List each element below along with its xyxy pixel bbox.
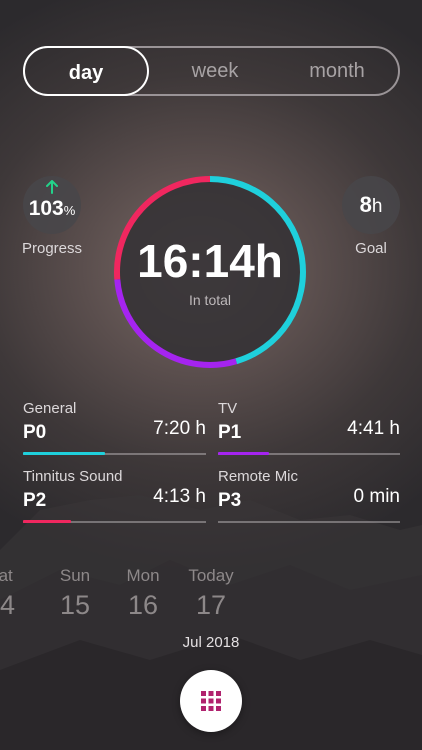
- program-progress-track: [218, 452, 400, 455]
- program-progress-bar: [23, 452, 106, 455]
- program-time: 0 min: [353, 486, 400, 507]
- grid-icon: [201, 691, 221, 711]
- date-day-name: Today: [188, 566, 234, 585]
- progress-circle: 103%: [23, 176, 81, 234]
- progress-unit: %: [63, 203, 76, 218]
- program-time: 4:41 h: [347, 418, 400, 439]
- date-day-name: Sun: [59, 566, 91, 585]
- date-item-today[interactable]: Today 17: [181, 566, 241, 621]
- program-progress-track: [218, 521, 400, 523]
- program-progress-bar: [23, 520, 71, 523]
- program-card-p2[interactable]: Tinnitus Sound P2 4:13 h: [23, 468, 206, 526]
- program-name: P0: [23, 422, 47, 443]
- date-day-number: 17: [195, 590, 227, 620]
- tab-day[interactable]: day: [23, 46, 149, 96]
- progress-label: Progress: [21, 240, 83, 257]
- program-progress-track: [23, 520, 206, 523]
- program-card-p3[interactable]: Remote Mic P3 0 min: [218, 468, 400, 526]
- program-progress-bar: [218, 452, 269, 455]
- date-item-sat[interactable]: Sat 14: [0, 566, 30, 621]
- date-item-mon[interactable]: Mon 16: [113, 566, 173, 621]
- goal-unit: h: [371, 196, 383, 217]
- date-day-name: Sat: [0, 566, 13, 585]
- date-day-number: 15: [59, 590, 91, 620]
- total-time-value: 16:14h: [137, 235, 283, 287]
- program-card-p0[interactable]: General P0 7:20 h: [23, 400, 206, 458]
- program-time: 7:20 h: [153, 418, 206, 439]
- period-segmented-control: day week month: [23, 46, 400, 96]
- program-category: Tinnitus Sound: [23, 468, 123, 485]
- date-day-number: 16: [127, 590, 159, 620]
- program-progress-track: [23, 452, 206, 455]
- goal-circle[interactable]: 8h: [342, 176, 400, 234]
- program-name: P2: [23, 490, 47, 511]
- goal-value: 8: [359, 192, 372, 217]
- goal-label: Goal: [355, 240, 387, 257]
- tab-month[interactable]: month: [287, 48, 387, 94]
- menu-button[interactable]: [180, 670, 242, 732]
- tab-week[interactable]: week: [165, 48, 265, 94]
- program-category: Remote Mic: [218, 468, 299, 485]
- date-item-sun[interactable]: Sun 15: [45, 566, 105, 621]
- program-category: TV: [218, 400, 238, 417]
- program-category: General: [23, 400, 77, 417]
- program-name: P1: [218, 422, 242, 443]
- program-time: 4:13 h: [153, 486, 206, 507]
- month-label: Jul 2018: [182, 634, 240, 651]
- program-name: P3: [218, 490, 242, 511]
- progress-value: 103: [28, 197, 64, 220]
- date-day-number: 14: [0, 590, 16, 620]
- date-day-name: Mon: [126, 566, 160, 585]
- program-card-p1[interactable]: TV P1 4:41 h: [218, 400, 400, 458]
- total-time-label: In total: [188, 292, 232, 308]
